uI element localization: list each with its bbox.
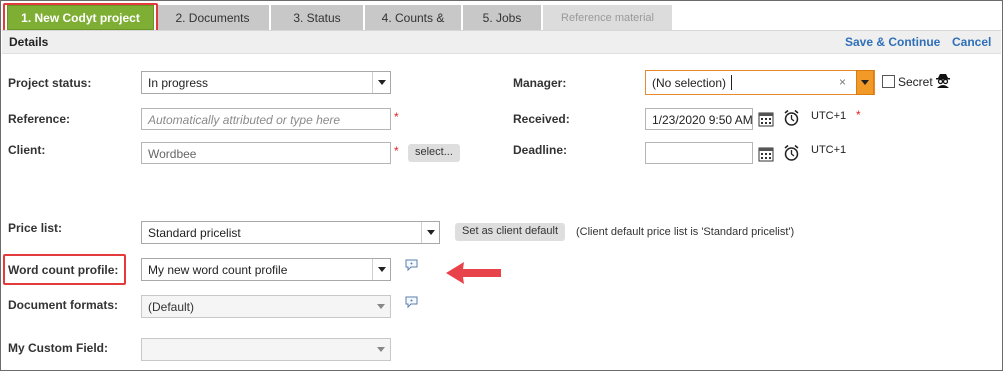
text-caret xyxy=(731,75,732,90)
alarm-clock-icon[interactable] xyxy=(783,144,800,162)
save-continue-link[interactable]: Save & Continue xyxy=(845,35,940,49)
chevron-down-icon xyxy=(372,296,390,317)
calendar-icon[interactable] xyxy=(758,146,774,162)
manager-value: (No selection) xyxy=(652,76,727,90)
tab-documents[interactable]: 2. Documents xyxy=(156,5,270,30)
details-header: Details Save & Continue Cancel xyxy=(2,30,1001,54)
chevron-down-icon xyxy=(372,339,390,360)
client-default-note: (Client default price list is 'Standard … xyxy=(576,226,795,238)
comment-help-icon[interactable] xyxy=(405,259,418,272)
project-status-label: Project status: xyxy=(8,76,92,90)
client-required-mark: * xyxy=(394,144,399,158)
document-formats-select[interactable]: (Default) xyxy=(141,295,391,318)
project-wizard-frame: 1. New Codyt project 2. Documents 3. Sta… xyxy=(0,0,1003,371)
active-tab-highlight-box xyxy=(3,3,158,32)
received-input[interactable]: 1/23/2020 9:50 AM xyxy=(645,108,753,130)
word-count-profile-value: My new word count profile xyxy=(148,263,288,277)
calendar-icon[interactable] xyxy=(758,111,774,127)
price-list-select[interactable]: Standard pricelist xyxy=(141,221,440,244)
project-status-value: In progress xyxy=(148,76,209,90)
clear-icon[interactable]: × xyxy=(839,75,846,89)
client-input[interactable]: Wordbee xyxy=(141,142,391,164)
reference-input[interactable]: Automatically attributed or type here xyxy=(141,108,391,130)
tab-status[interactable]: 3. Status xyxy=(271,5,364,30)
secret-checkbox[interactable] xyxy=(882,75,895,88)
reference-label: Reference: xyxy=(8,112,71,126)
spy-icon xyxy=(936,74,950,88)
received-required-mark: * xyxy=(856,108,861,122)
chevron-down-icon xyxy=(421,222,439,243)
deadline-input[interactable] xyxy=(645,142,753,164)
reference-required-mark: * xyxy=(394,110,399,124)
secret-label: Secret xyxy=(898,75,933,89)
tab-reference-material: Reference material xyxy=(543,5,673,30)
project-status-select[interactable]: In progress xyxy=(141,71,391,94)
manager-label: Manager: xyxy=(513,76,567,90)
tab-counts[interactable]: 4. Counts & xyxy=(365,5,462,30)
word-count-profile-label: Word count profile: xyxy=(8,263,119,277)
client-label: Client: xyxy=(8,143,46,157)
client-select-button[interactable]: select... xyxy=(408,144,460,162)
received-timezone: UTC+1 xyxy=(811,110,847,122)
document-formats-value: (Default) xyxy=(148,300,195,314)
custom-field-select[interactable] xyxy=(141,338,391,361)
comment-help-icon[interactable] xyxy=(405,296,418,309)
chevron-down-icon xyxy=(372,259,390,280)
document-formats-label: Document formats: xyxy=(8,298,119,312)
chevron-down-icon xyxy=(372,72,390,93)
deadline-timezone: UTC+1 xyxy=(811,144,847,156)
custom-field-label: My Custom Field: xyxy=(8,341,109,355)
tab-jobs[interactable]: 5. Jobs xyxy=(463,5,542,30)
manager-combobox[interactable]: (No selection) × xyxy=(645,70,875,95)
price-list-value: Standard pricelist xyxy=(148,226,241,240)
cancel-link[interactable]: Cancel xyxy=(952,35,991,49)
price-list-label: Price list: xyxy=(8,221,63,235)
received-label: Received: xyxy=(513,112,570,126)
set-client-default-button[interactable]: Set as client default xyxy=(455,223,566,241)
alarm-clock-icon[interactable] xyxy=(783,109,800,127)
deadline-label: Deadline: xyxy=(513,143,568,157)
pointer-arrow-icon xyxy=(446,262,501,284)
word-count-profile-select[interactable]: My new word count profile xyxy=(141,258,391,281)
chevron-down-icon[interactable] xyxy=(856,70,874,95)
details-title: Details xyxy=(9,35,49,49)
